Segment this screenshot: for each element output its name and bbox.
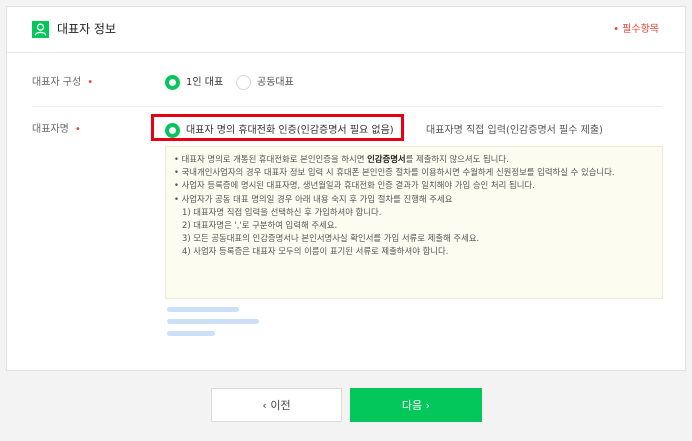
required-dot: • — [74, 124, 81, 135]
radio-joint-rep[interactable]: 공동대표 — [236, 75, 294, 90]
rep-name-label: 대표자명 • — [32, 123, 81, 137]
next-label: 다음 — [401, 399, 423, 412]
radio-direct-input[interactable]: 대표자명 직접 입력(인감증명서 필수 제출) — [410, 123, 603, 138]
radio-label: 1인 대표 — [186, 76, 224, 88]
highlight-box — [151, 114, 404, 141]
notice-subline: 2) 대표자명은 ','로 구분하여 입력해 주세요. — [182, 220, 338, 231]
required-dot: • — [87, 77, 94, 88]
radio-label: 공동대표 — [257, 76, 294, 88]
notice-line: • 사업자가 공동 대표 명의일 경우 아래 내용 숙지 후 가입 절차를 진행… — [174, 193, 453, 204]
notice-line: • 대표자 명의로 개통된 휴대전화로 본인인증을 하시면 인감증명서를 제출하… — [174, 154, 509, 164]
rep-type-label: 대표자 구성 • — [32, 76, 93, 90]
notice-subline: 1) 대표자명 직접 입력을 선택하신 후 가입하셔야 합니다. — [182, 206, 382, 217]
representative-info-card: 대표자 정보 • 필수항목 대표자 구성 • 1인 대표 공동대표 대표자명 • 대… — [6, 6, 686, 371]
user-icon — [32, 21, 49, 38]
prev-button[interactable]: ‹ 이전 — [211, 388, 342, 422]
notice-subline: 4) 사업자 등록증은 대표자 모두의 이름이 표기된 서류로 제출하셔야 합니… — [182, 246, 449, 257]
notice-line: • 사업자 등록증에 명시된 대표자명, 생년월일과 휴대전화 인증 결과가 일… — [174, 180, 535, 191]
blurred-phone-info — [167, 307, 277, 347]
radio-single-rep[interactable]: 1인 대표 — [165, 75, 223, 90]
prev-label: 이전 — [270, 399, 291, 412]
radio-button-selected[interactable] — [165, 75, 180, 90]
notice-box: • 대표자 명의로 개통된 휴대전화로 본인인증을 하시면 인감증명서를 제출하… — [165, 146, 663, 299]
chevron-left-icon: ‹ — [262, 398, 271, 412]
radio-button-unselected[interactable] — [410, 123, 420, 138]
radio-button-unselected[interactable] — [236, 75, 251, 90]
radio-label: 대표자명 직접 입력(인감증명서 필수 제출) — [426, 124, 603, 136]
divider — [32, 106, 662, 107]
notice-line: • 국내개인사업자의 경우 대표자 정보 입력 시 휴대폰 본인인증 절차를 이… — [174, 167, 615, 178]
rep-name-label-text: 대표자명 — [32, 124, 69, 135]
section-title: 대표자 정보 — [57, 22, 117, 36]
required-fields-note: • 필수항목 — [613, 24, 659, 35]
chevron-right-icon: › — [422, 398, 431, 412]
rep-type-label-text: 대표자 구성 — [32, 77, 82, 88]
next-button[interactable]: 다음 › — [350, 388, 482, 422]
notice-subline: 3) 모든 공동대표의 인감증명서나 본인서명사실 확인서를 가입 서류로 제출… — [182, 233, 480, 244]
card-header: 대표자 정보 • 필수항목 — [7, 7, 685, 53]
